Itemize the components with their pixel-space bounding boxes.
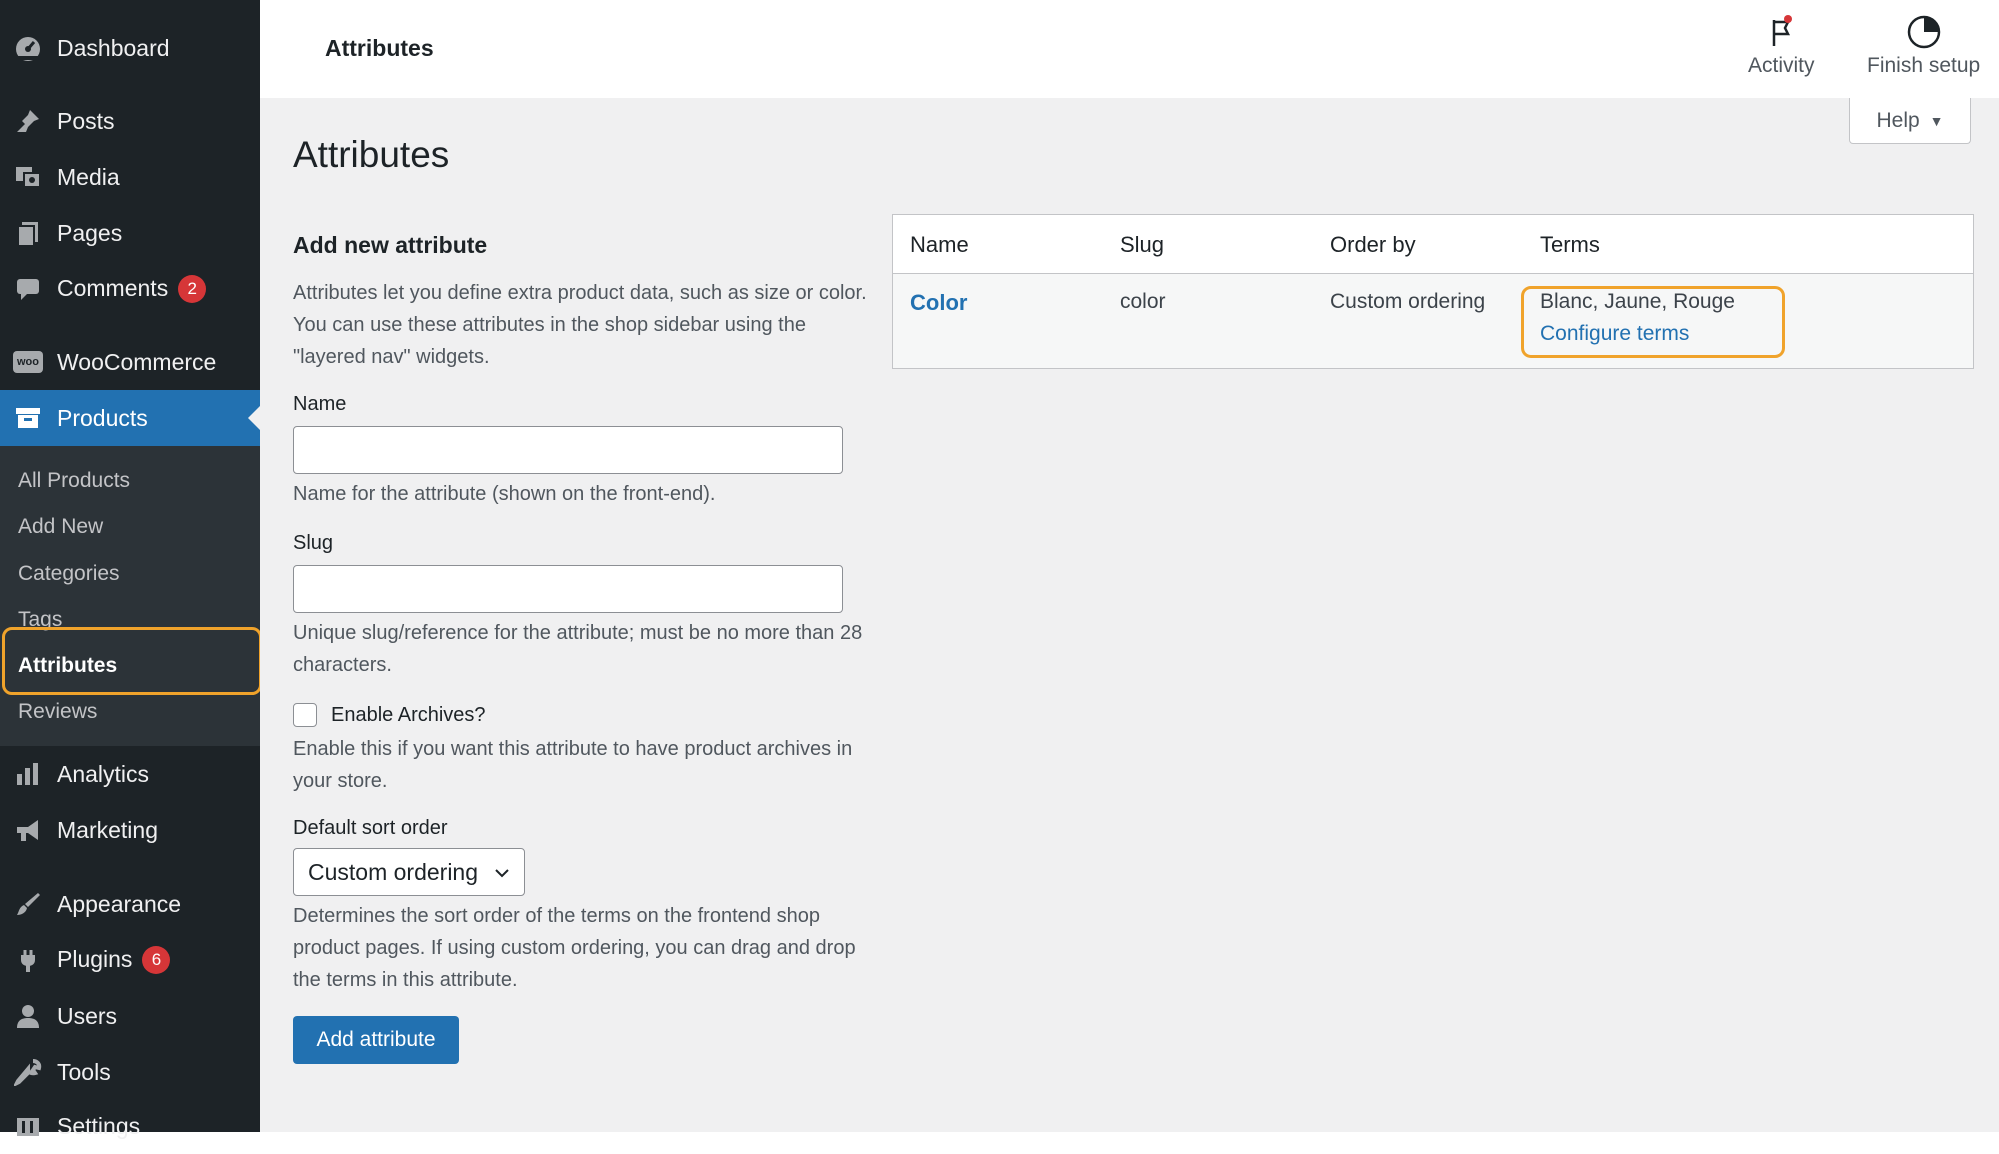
media-icon (13, 162, 43, 192)
sort-order-description: Determines the sort order of the terms o… (293, 905, 856, 991)
chart-bar-icon (13, 759, 43, 789)
archive-icon (13, 403, 43, 433)
attribute-order-by: Custom ordering (1330, 290, 1486, 313)
sidebar-item-analytics[interactable]: Analytics (0, 746, 260, 802)
add-attribute-form: Add new attribute Attributes let you def… (293, 232, 873, 1064)
megaphone-icon (13, 815, 43, 845)
wrench-icon (13, 1057, 43, 1087)
attributes-table: Name Slug Order by Terms Color color Cus… (892, 214, 1974, 369)
admin-sidebar: Dashboard Posts Media Pages Comments 2 wo… (0, 0, 262, 1139)
flag-icon (1773, 15, 1793, 46)
attributes-highlight-outline (2, 627, 262, 695)
sidebar-item-settings[interactable]: Settings (0, 1098, 260, 1154)
header-title: Attributes (325, 35, 434, 61)
pin-icon (13, 106, 43, 136)
sort-order-label: Default sort order (293, 817, 448, 839)
submenu-all-products[interactable]: All Products (18, 469, 130, 493)
sidebar-item-marketing[interactable]: Marketing (0, 802, 260, 858)
form-heading: Add new attribute (293, 232, 488, 258)
submenu-add-new[interactable]: Add New (18, 515, 103, 539)
sidebar-item-media[interactable]: Media (0, 149, 260, 205)
woo-icon: woo (13, 347, 43, 377)
sidebar-item-label: Tools (57, 1058, 111, 1085)
form-intro: Attributes let you define extra product … (293, 282, 867, 368)
sidebar-item-label: Marketing (57, 816, 158, 843)
chevron-down-icon (495, 869, 509, 878)
sidebar-item-label: WooCommerce (57, 348, 217, 375)
sidebar-item-label: Media (57, 163, 120, 190)
column-header-order-by[interactable]: Order by (1330, 232, 1416, 258)
attribute-slug: color (1120, 290, 1166, 313)
woo-logo: woo (13, 351, 43, 373)
column-header-name[interactable]: Name (910, 232, 969, 258)
terms-highlight-outline (1521, 286, 1785, 358)
sidebar-item-label: Users (57, 1002, 118, 1029)
sidebar-item-users[interactable]: Users (0, 988, 260, 1044)
sidebar-item-plugins[interactable]: Plugins 6 (0, 932, 260, 988)
main-content: Help ▼ Attributes Add new attribute Attr… (260, 98, 1999, 1132)
comment-icon (13, 274, 43, 304)
user-icon (13, 1001, 43, 1031)
table-row: Color color Custom ordering Blanc, Jaune… (893, 274, 1973, 368)
attribute-name-link[interactable]: Color (910, 290, 967, 316)
brush-icon (13, 889, 43, 919)
slug-description: Unique slug/reference for the attribute;… (293, 622, 863, 676)
sidebar-item-woocommerce[interactable]: woo WooCommerce (0, 334, 260, 390)
slug-label: Slug (293, 532, 334, 554)
sidebar-item-comments[interactable]: Comments 2 (0, 261, 260, 317)
activity-label: Activity (1748, 54, 1815, 77)
sidebar-item-pages[interactable]: Pages (0, 205, 260, 261)
sort-order-select[interactable]: Custom ordering (293, 848, 525, 896)
sidebar-item-label: Pages (57, 219, 123, 246)
sidebar-item-label: Products (57, 404, 148, 431)
enable-archives-label[interactable]: Enable Archives? (331, 704, 486, 727)
help-label: Help (1876, 108, 1920, 132)
sidebar-item-appearance[interactable]: Appearance (0, 876, 260, 932)
sidebar-item-label: Settings (57, 1112, 141, 1139)
sidebar-item-label-wrap: Comments 2 (57, 274, 207, 304)
enable-archives-checkbox[interactable] (293, 703, 317, 727)
plugins-update-badge: 6 (142, 946, 171, 975)
sidebar-item-label-wrap: Plugins 6 (57, 945, 171, 975)
settings-icon (13, 1111, 43, 1141)
dashboard-icon (13, 33, 43, 63)
help-tab-button[interactable]: Help ▼ (1849, 98, 1971, 144)
sidebar-item-tools[interactable]: Tools (0, 1044, 260, 1100)
table-header: Name Slug Order by Terms (893, 215, 1973, 274)
slug-input[interactable] (293, 565, 843, 613)
woocommerce-header: Attributes Activity Finish setup (260, 0, 1999, 98)
sort-order-value: Custom ordering (308, 858, 479, 885)
caret-down-icon: ▼ (1929, 112, 1944, 129)
sidebar-item-label: Comments (57, 274, 169, 301)
current-menu-arrow (248, 406, 260, 430)
sidebar-item-label: Plugins (57, 945, 133, 972)
sidebar-item-label: Appearance (57, 890, 182, 917)
products-submenu: All Products Add New Categories Tags Att… (0, 446, 260, 746)
submenu-reviews[interactable]: Reviews (18, 700, 97, 724)
progress-circle-icon (1907, 15, 1940, 49)
sidebar-item-label: Dashboard (57, 34, 170, 61)
page-title: Attributes (293, 134, 450, 175)
submenu-categories[interactable]: Categories (18, 562, 120, 586)
name-label: Name (293, 393, 347, 415)
finish-setup-label: Finish setup (1867, 54, 1981, 77)
name-description: Name for the attribute (shown on the fro… (293, 483, 716, 505)
add-attribute-button[interactable]: Add attribute (293, 1016, 459, 1064)
name-input[interactable] (293, 426, 843, 474)
pages-icon (13, 218, 43, 248)
column-header-slug[interactable]: Slug (1120, 232, 1164, 258)
finish-setup-button[interactable]: Finish setup (1867, 14, 1980, 78)
plug-icon (13, 945, 43, 975)
archives-description: Enable this if you want this attribute t… (293, 738, 853, 792)
activity-button[interactable]: Activity (1748, 14, 1815, 78)
sidebar-item-posts[interactable]: Posts (0, 93, 260, 149)
sidebar-item-label: Posts (57, 107, 115, 134)
sidebar-item-label: Analytics (57, 760, 150, 787)
comments-count-badge: 2 (178, 275, 207, 304)
enable-archives-row: Enable Archives? (293, 703, 873, 727)
sidebar-item-products[interactable]: Products (0, 390, 260, 446)
column-header-terms[interactable]: Terms (1540, 232, 1600, 258)
sidebar-item-dashboard[interactable]: Dashboard (0, 20, 260, 76)
